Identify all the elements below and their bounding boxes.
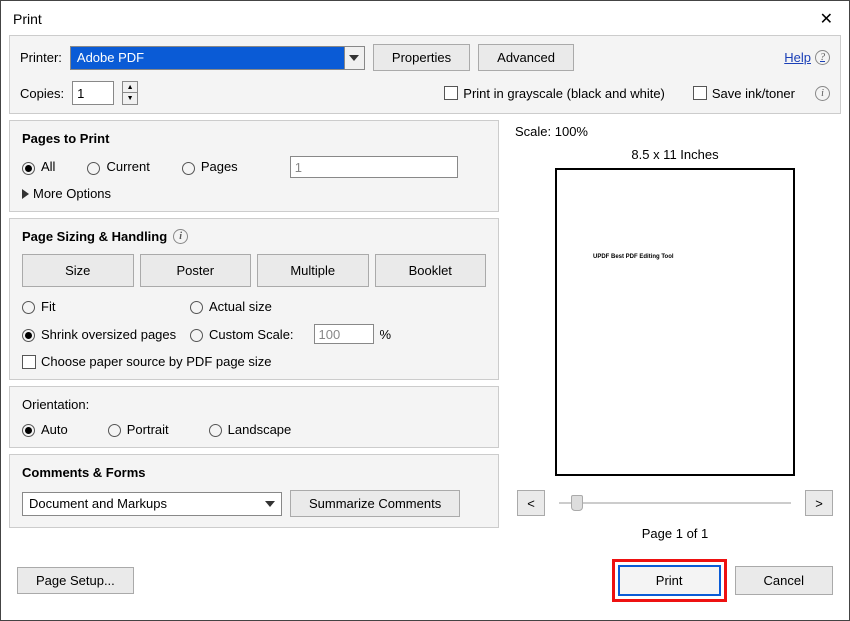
copies-spinner[interactable]: ▲ ▼ — [122, 81, 138, 105]
comments-value: Document and Markups — [29, 496, 265, 511]
printer-value: Adobe PDF — [71, 47, 344, 69]
comments-title: Comments & Forms — [22, 465, 486, 480]
window-title: Print — [13, 11, 42, 27]
percent-label: % — [380, 327, 392, 342]
checkbox-icon — [693, 86, 707, 100]
page-indicator: Page 1 of 1 — [515, 526, 835, 541]
advanced-button[interactable]: Advanced — [478, 44, 574, 71]
radio-fit[interactable]: Fit — [22, 299, 55, 314]
spinner-down-icon[interactable]: ▼ — [123, 93, 137, 104]
poster-button[interactable]: Poster — [140, 254, 252, 287]
sizing-title: Page Sizing & Handling i — [22, 229, 486, 244]
preview-column: Scale: 100% 8.5 x 11 Inches UPDF Best PD… — [507, 120, 841, 553]
radio-actual[interactable]: Actual size — [190, 299, 272, 314]
pages-input[interactable] — [290, 156, 458, 178]
print-dialog: Print ✕ Printer: Adobe PDF Properties Ad… — [0, 0, 850, 621]
top-section: Printer: Adobe PDF Properties Advanced H… — [9, 35, 841, 114]
radio-landscape[interactable]: Landscape — [209, 422, 292, 437]
chevron-down-icon — [265, 501, 275, 507]
orientation-row: Auto Portrait Landscape — [22, 422, 486, 437]
page-slider[interactable] — [559, 493, 791, 513]
triangle-right-icon — [22, 189, 29, 199]
copies-input[interactable] — [72, 81, 114, 105]
comments-select[interactable]: Document and Markups — [22, 492, 282, 516]
info-icon[interactable]: i — [173, 229, 188, 244]
radio-portrait[interactable]: Portrait — [108, 422, 169, 437]
info-icon[interactable]: i — [815, 86, 830, 101]
close-icon[interactable]: ✕ — [816, 7, 837, 31]
slider-thumb[interactable] — [571, 495, 583, 511]
summarize-button[interactable]: Summarize Comments — [290, 490, 460, 517]
pages-panel: Pages to Print All Current Pages More Op… — [9, 120, 499, 212]
preview-document-text: UPDF Best PDF Editing Tool — [593, 254, 674, 260]
next-page-button[interactable]: > — [805, 490, 833, 516]
orientation-panel: Orientation: Auto Portrait Landscape — [9, 386, 499, 448]
saveink-label: Save ink/toner — [712, 86, 795, 101]
size-button[interactable]: Size — [22, 254, 134, 287]
choose-source-checkbox[interactable]: Choose paper source by PDF page size — [22, 354, 486, 369]
multiple-button[interactable]: Multiple — [257, 254, 369, 287]
sizing-panel: Page Sizing & Handling i Size Poster Mul… — [9, 218, 499, 380]
prev-page-button[interactable]: < — [517, 490, 545, 516]
print-highlight: Print — [612, 559, 727, 602]
comments-panel: Comments & Forms Document and Markups Su… — [9, 454, 499, 528]
printer-label: Printer: — [20, 50, 62, 65]
sizing-buttons: Size Poster Multiple Booklet — [22, 254, 486, 287]
pages-radio-row: All Current Pages — [22, 156, 486, 178]
content: Printer: Adobe PDF Properties Advanced H… — [1, 35, 849, 620]
radio-current[interactable]: Current — [87, 159, 149, 174]
help-text: Help — [784, 50, 811, 65]
radio-all[interactable]: All — [22, 159, 55, 174]
preview-page: UPDF Best PDF Editing Tool — [555, 168, 795, 476]
copies-label: Copies: — [20, 86, 64, 101]
radio-pages[interactable]: Pages — [182, 159, 238, 174]
pages-title: Pages to Print — [22, 131, 486, 146]
properties-button[interactable]: Properties — [373, 44, 470, 71]
help-icon: ? — [815, 50, 830, 65]
radio-auto[interactable]: Auto — [22, 422, 68, 437]
print-button[interactable]: Print — [618, 565, 721, 596]
middle: Pages to Print All Current Pages More Op… — [9, 120, 841, 553]
page-setup-button[interactable]: Page Setup... — [17, 567, 134, 594]
titlebar: Print ✕ — [1, 1, 849, 35]
custom-scale-input[interactable] — [314, 324, 374, 344]
slider-track — [559, 502, 791, 504]
radio-shrink[interactable]: Shrink oversized pages — [22, 327, 176, 342]
left-column: Pages to Print All Current Pages More Op… — [9, 120, 499, 553]
grayscale-label: Print in grayscale (black and white) — [463, 86, 665, 101]
grayscale-checkbox[interactable]: Print in grayscale (black and white) — [444, 86, 665, 101]
checkbox-icon — [444, 86, 458, 100]
spinner-up-icon[interactable]: ▲ — [123, 82, 137, 93]
cancel-button[interactable]: Cancel — [735, 566, 833, 595]
help-link[interactable]: Help ? — [784, 50, 830, 65]
footer: Page Setup... Print Cancel — [9, 553, 841, 612]
scale-label: Scale: 100% — [515, 124, 835, 139]
more-options[interactable]: More Options — [22, 186, 486, 201]
checkbox-icon — [22, 355, 36, 369]
chevron-down-icon[interactable] — [344, 47, 364, 69]
printer-select[interactable]: Adobe PDF — [70, 46, 365, 70]
orientation-title: Orientation: — [22, 397, 486, 412]
radio-custom[interactable]: Custom Scale: — [190, 327, 294, 342]
booklet-button[interactable]: Booklet — [375, 254, 487, 287]
paper-size-label: 8.5 x 11 Inches — [515, 147, 835, 162]
saveink-checkbox[interactable]: Save ink/toner — [693, 86, 795, 101]
preview-nav: < > — [517, 490, 833, 516]
